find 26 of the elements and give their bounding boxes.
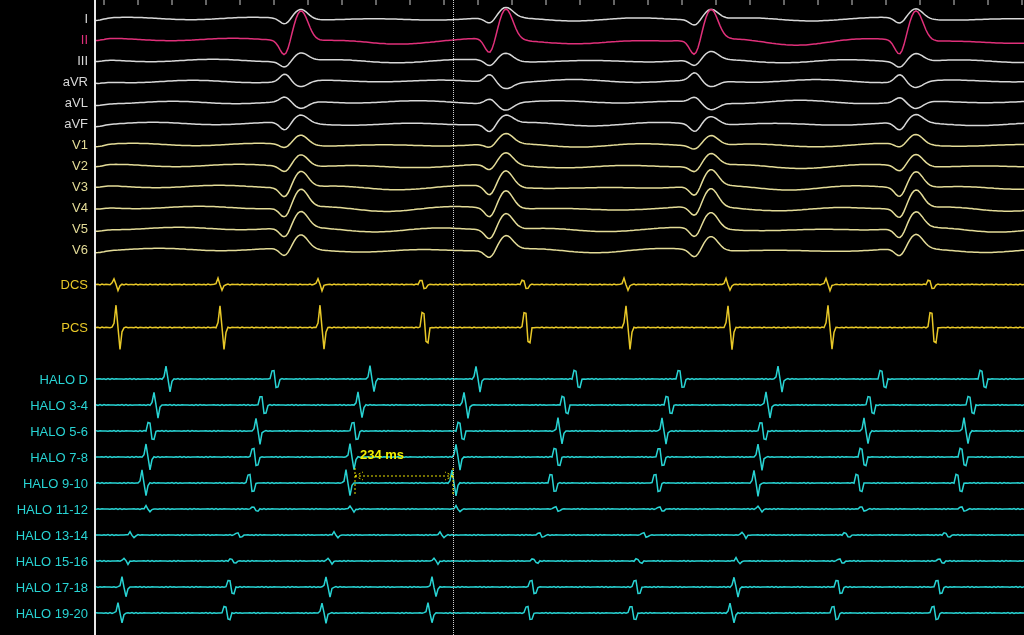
channel-label: V6 [72, 243, 88, 256]
cursor-line[interactable] [453, 0, 454, 635]
channel-label: DCS [60, 278, 88, 291]
caliper-arrow[interactable] [354, 467, 454, 497]
channel-label: V5 [72, 222, 88, 235]
channel-label: III [77, 54, 88, 67]
channel-label: V2 [72, 159, 88, 172]
channel-label: HALO 17-18 [15, 580, 88, 594]
channel-label: V3 [72, 180, 88, 193]
channel-label: HALO 3-4 [30, 398, 88, 412]
channel-label: II [80, 33, 88, 46]
channel-label: HALO 19-20 [15, 606, 88, 620]
channel-label: HALO D [39, 372, 88, 386]
channel-label: aVF [64, 117, 88, 130]
channel-label: HALO 9-10 [22, 476, 88, 490]
channel-label: HALO 15-16 [15, 554, 88, 568]
channel-label: HALO 5-6 [30, 424, 88, 438]
channel-label: PCS [61, 321, 88, 334]
channel-label: HALO 13-14 [15, 528, 88, 542]
channel-label: I [84, 12, 88, 25]
channel-label: HALO 11-12 [16, 502, 88, 516]
channel-label: aVL [64, 96, 88, 109]
channel-label: V1 [72, 138, 88, 151]
channel-label: V4 [72, 201, 88, 214]
channel-label: aVR [62, 75, 88, 88]
channel-label: HALO 7-8 [30, 450, 88, 464]
